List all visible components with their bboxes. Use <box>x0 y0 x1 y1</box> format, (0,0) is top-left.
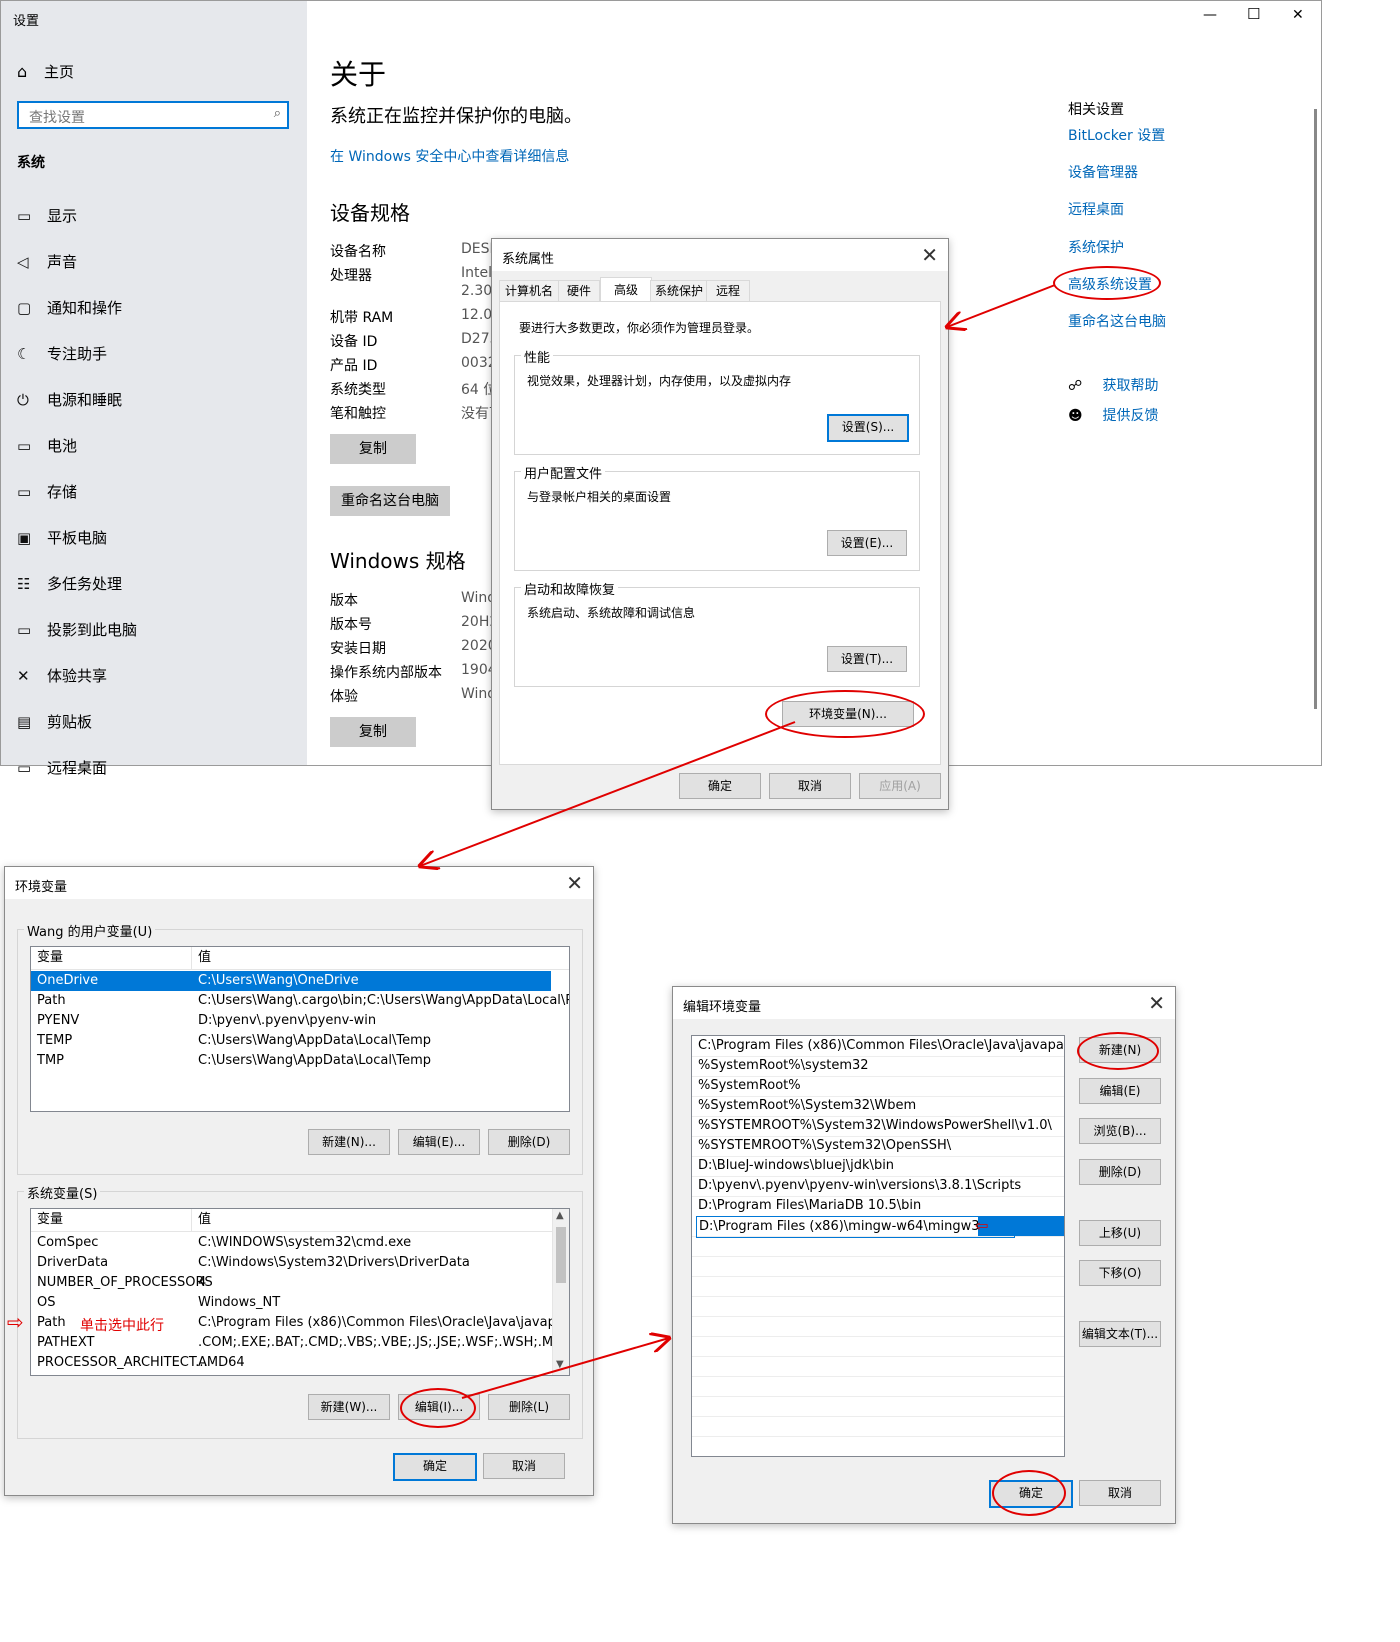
flow-arrows <box>0 284 1056 1399</box>
arrow-to-editenv <box>461 1338 669 1399</box>
arrow-to-envvars <box>420 721 796 866</box>
arrow-to-sysprops <box>947 284 1056 327</box>
